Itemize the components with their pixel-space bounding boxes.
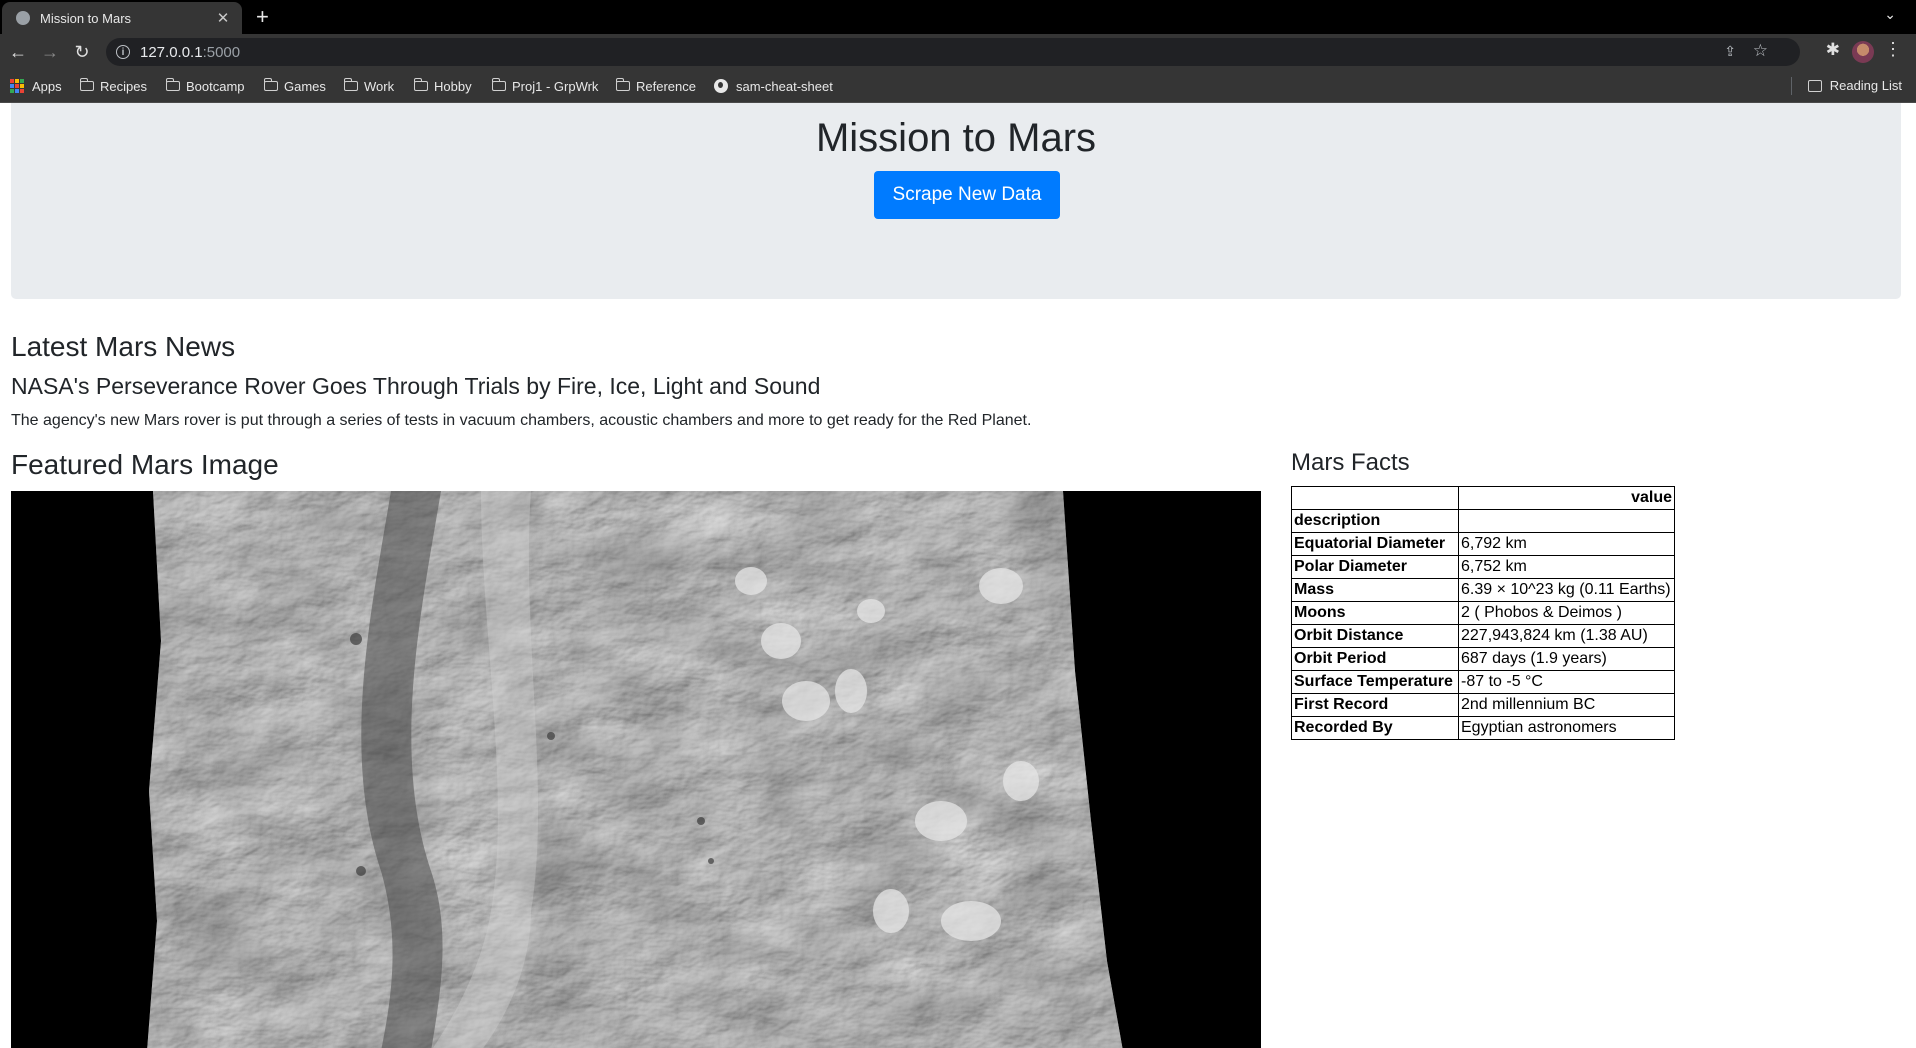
- bookmark-folder-bootcamp[interactable]: Bootcamp: [165, 78, 245, 94]
- fact-label: Recorded By: [1291, 716, 1459, 740]
- page-viewport[interactable]: Mission to Mars Scrape New Data Latest M…: [0, 103, 1916, 1048]
- menu-dots-icon[interactable]: ⋮: [1884, 39, 1902, 60]
- fact-label: Equatorial Diameter: [1291, 532, 1459, 556]
- bookmark-folder-games[interactable]: Games: [263, 78, 326, 94]
- table-row: Orbit Distance 227,943,824 km (1.38 AU): [1291, 624, 1675, 648]
- table-header-row: value: [1291, 486, 1675, 510]
- bookmarks-bar: Apps Recipes Bootcamp Games Work Hobby P…: [0, 70, 1916, 103]
- bookmark-folder-recipes[interactable]: Recipes: [79, 78, 147, 94]
- scrape-new-data-button[interactable]: Scrape New Data: [874, 171, 1060, 219]
- table-row: First Record 2nd millennium BC: [1291, 693, 1675, 717]
- table-row: Surface Temperature -87 to -5 °C: [1291, 670, 1675, 694]
- table-header-cell: value: [1458, 486, 1675, 510]
- close-icon[interactable]: ✕: [214, 9, 232, 27]
- featured-image-heading: Featured Mars Image: [11, 449, 279, 480]
- bookmark-label: Hobby: [434, 78, 472, 94]
- extensions-puzzle-icon[interactable]: ✱: [1826, 40, 1840, 60]
- fact-label: Surface Temperature: [1291, 670, 1459, 694]
- bookmark-folder-work[interactable]: Work: [343, 78, 395, 94]
- fact-value: 2 ( Phobos & Deimos ): [1458, 601, 1675, 625]
- fact-value: 687 days (1.9 years): [1458, 647, 1675, 671]
- fact-label: Mass: [1291, 578, 1459, 602]
- fact-label: First Record: [1291, 693, 1459, 717]
- mars-surface-image: [11, 491, 1261, 1048]
- bookmark-label: Apps: [32, 78, 62, 94]
- folder-icon: [343, 78, 358, 91]
- fact-label: Orbit Distance: [1291, 624, 1459, 648]
- table-row: Equatorial Diameter 6,792 km: [1291, 532, 1675, 556]
- fact-value: Egyptian astronomers: [1458, 716, 1675, 740]
- fact-value: -87 to -5 °C: [1458, 670, 1675, 694]
- info-icon[interactable]: i: [116, 45, 130, 59]
- browser-tab[interactable]: Mission to Mars ✕: [2, 2, 242, 34]
- bookmark-folder-reference[interactable]: Reference: [615, 78, 696, 94]
- bookmark-folder-hobby[interactable]: Hobby: [413, 78, 472, 94]
- tab-title: Mission to Mars: [40, 10, 132, 26]
- globe-icon: [714, 79, 728, 93]
- url-host: 127.0.0.1: [140, 43, 203, 61]
- url-port: :5000: [202, 43, 241, 61]
- table-header-cell: [1291, 486, 1459, 510]
- forward-icon[interactable]: →: [38, 40, 62, 64]
- folder-icon: [263, 78, 278, 91]
- reading-list-label: Reading List: [1829, 78, 1902, 93]
- mars-facts-table: value description Equatorial Diameter 6,…: [1291, 486, 1675, 740]
- profile-avatar[interactable]: [1852, 41, 1874, 63]
- address-bar[interactable]: i 127.0.0.1:5000 ⇪ ☆: [106, 38, 1800, 66]
- table-row: Recorded By Egyptian astronomers: [1291, 716, 1675, 740]
- reading-list-button[interactable]: Reading List: [1807, 78, 1902, 93]
- table-row: Moons 2 ( Phobos & Deimos ): [1291, 601, 1675, 625]
- table-row: Orbit Period 687 days (1.9 years): [1291, 647, 1675, 671]
- fact-value: 6,792 km: [1458, 532, 1675, 556]
- bookmark-star-icon[interactable]: ☆: [1753, 41, 1768, 61]
- bookmark-label: Recipes: [100, 78, 147, 94]
- bookmark-label: Games: [284, 78, 326, 94]
- bookmark-label: Proj1 - GrpWrk: [512, 78, 599, 94]
- table-row: Mass 6.39 × 10^23 kg (0.11 Earths): [1291, 578, 1675, 602]
- table-index-label: description: [1291, 509, 1459, 533]
- chevron-down-icon[interactable]: ⌄: [1884, 6, 1896, 23]
- news-section-heading: Latest Mars News: [11, 331, 236, 362]
- folder-icon: [79, 78, 94, 91]
- divider: [1791, 77, 1792, 95]
- apps-grid-icon: [10, 79, 24, 93]
- bookmark-label: Bootcamp: [186, 78, 245, 94]
- page-title: Mission to Mars: [815, 116, 1097, 160]
- mars-facts-heading: Mars Facts: [1291, 449, 1410, 476]
- bookmark-sam-cheat-sheet[interactable]: sam-cheat-sheet: [714, 78, 833, 94]
- browser-tab-strip: Mission to Mars ✕ + ⌄: [0, 0, 1916, 34]
- featured-mars-image: [11, 491, 1261, 1048]
- back-icon[interactable]: ←: [6, 40, 30, 64]
- reload-icon[interactable]: ↻: [70, 40, 94, 64]
- folder-icon: [491, 78, 506, 91]
- reading-list-icon: [1807, 79, 1822, 92]
- globe-icon: [16, 11, 30, 25]
- news-article-title: NASA's Perseverance Rover Goes Through T…: [11, 373, 821, 399]
- bookmark-apps[interactable]: Apps: [10, 78, 62, 94]
- bookmark-label: sam-cheat-sheet: [736, 78, 833, 94]
- fact-label: Moons: [1291, 601, 1459, 625]
- fact-value: 6.39 × 10^23 kg (0.11 Earths): [1458, 578, 1675, 602]
- fact-label: Orbit Period: [1291, 647, 1459, 671]
- fact-value: 2nd millennium BC: [1458, 693, 1675, 717]
- share-icon[interactable]: ⇪: [1724, 43, 1736, 60]
- folder-icon: [615, 78, 630, 91]
- news-article-teaser: The agency's new Mars rover is put throu…: [11, 412, 1032, 429]
- jumbotron-header: Mission to Mars Scrape New Data: [11, 103, 1901, 299]
- browser-toolbar: ← → ↻ i 127.0.0.1:5000 ⇪ ☆ ✱ ⋮: [0, 34, 1916, 70]
- fact-value: 227,943,824 km (1.38 AU): [1458, 624, 1675, 648]
- new-tab-icon[interactable]: +: [256, 3, 269, 31]
- bookmark-folder-proj1[interactable]: Proj1 - GrpWrk: [491, 78, 599, 94]
- table-index-row: description: [1291, 509, 1675, 533]
- fact-value: 6,752 km: [1458, 555, 1675, 579]
- folder-icon: [413, 78, 428, 91]
- table-header-cell: [1458, 509, 1675, 533]
- table-row: Polar Diameter 6,752 km: [1291, 555, 1675, 579]
- bookmark-label: Work: [364, 78, 395, 94]
- folder-icon: [165, 78, 180, 91]
- fact-label: Polar Diameter: [1291, 555, 1459, 579]
- bookmark-label: Reference: [636, 78, 696, 94]
